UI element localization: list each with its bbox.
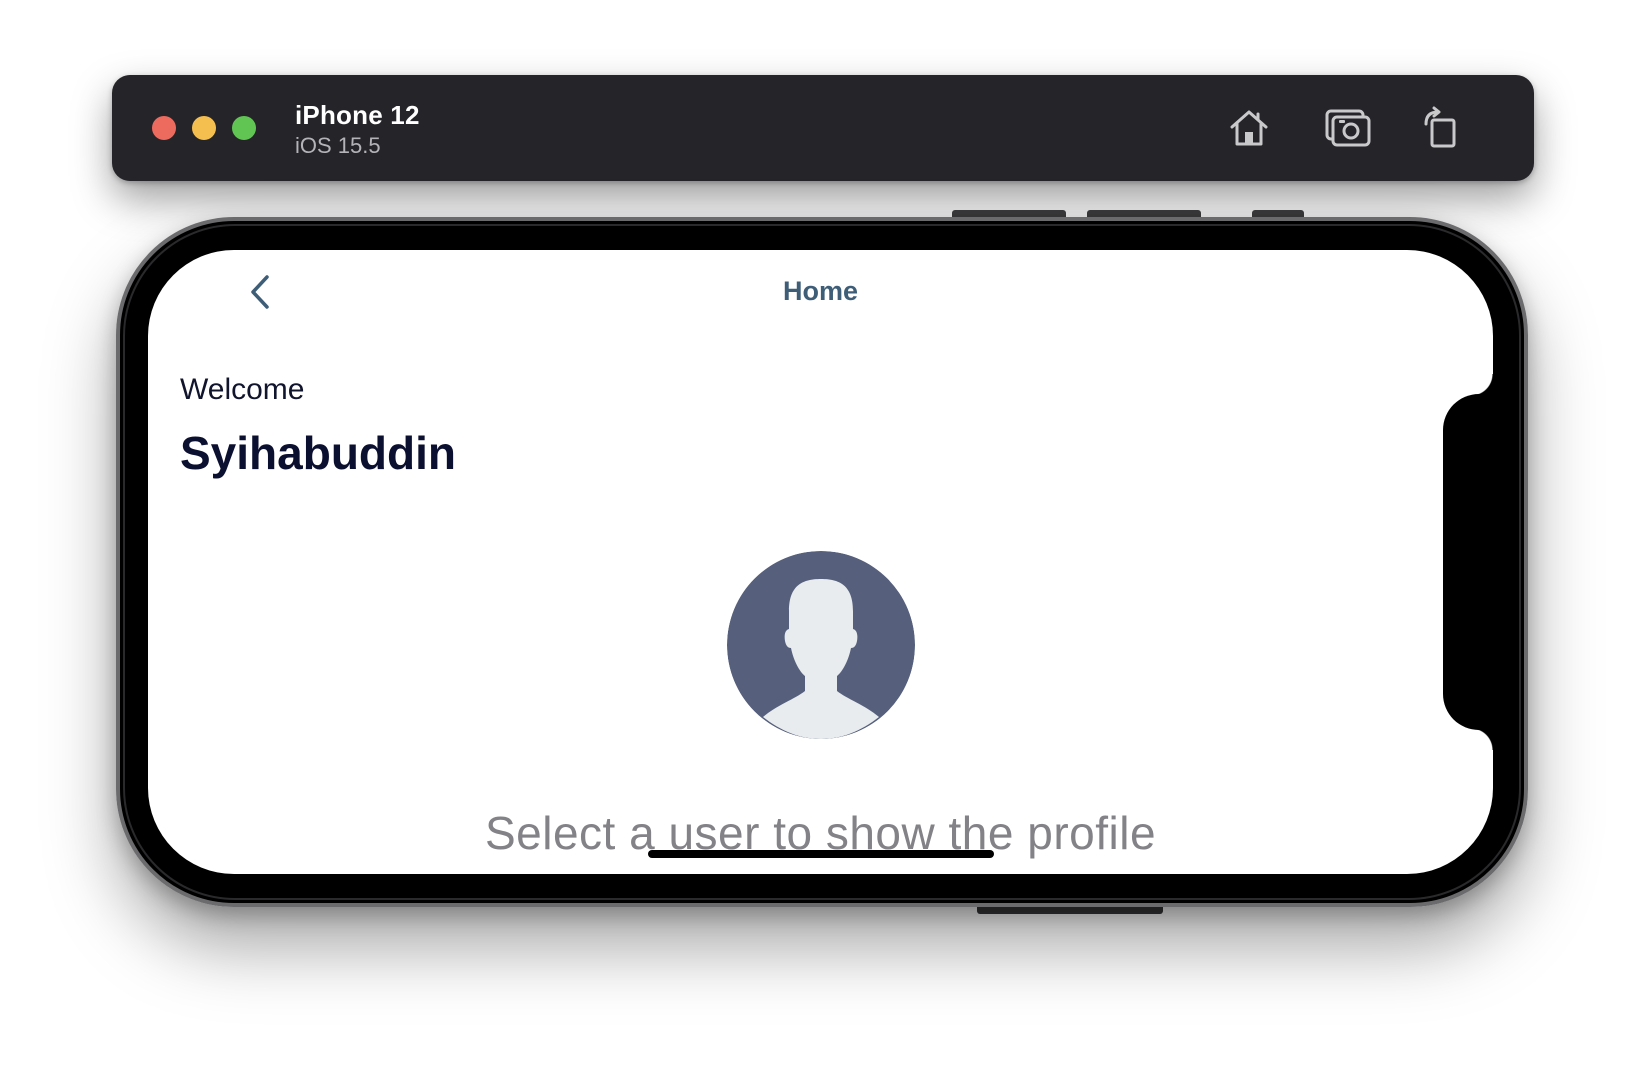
simulator-screenshot-button[interactable]	[1323, 103, 1373, 153]
rotate-icon	[1424, 106, 1456, 148]
device-screen: Home Welcome Syihabuddin Select a user t…	[148, 250, 1493, 874]
camera-icon	[1325, 109, 1371, 147]
window-close-button[interactable]	[152, 116, 176, 140]
notch-corner	[1471, 374, 1493, 396]
volume-down-button	[1087, 210, 1201, 217]
device-os-version: iOS 15.5	[295, 133, 381, 158]
notch-corner	[1471, 728, 1493, 750]
nav-title: Home	[782, 276, 858, 306]
home-icon	[1230, 110, 1268, 146]
side-button	[977, 907, 1163, 914]
default-avatar-icon	[727, 551, 915, 739]
user-name: Syihabuddin	[180, 427, 456, 479]
welcome-label: Welcome	[180, 373, 305, 406]
home-indicator[interactable]	[648, 850, 994, 858]
simulator-rotate-button[interactable]	[1415, 103, 1465, 153]
window-minimize-button[interactable]	[192, 116, 216, 140]
device-info: iPhone 12 iOS 15.5	[295, 99, 420, 160]
notch	[1443, 394, 1493, 730]
window-zoom-button[interactable]	[232, 116, 256, 140]
silent-switch	[1252, 210, 1304, 217]
simulator-title-bar: iPhone 12 iOS 15.5	[112, 75, 1534, 181]
avatar	[727, 551, 915, 739]
simulator-home-button[interactable]	[1224, 103, 1274, 153]
volume-up-button	[952, 210, 1066, 217]
device-name: iPhone 12	[295, 100, 420, 130]
